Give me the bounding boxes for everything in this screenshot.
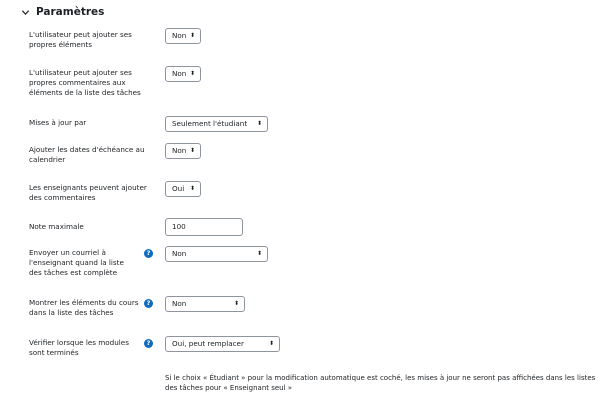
field-label: Vérifier lorsque les modules sont termin… [29, 338, 129, 357]
add-own-items-select[interactable]: Non ⬍ [165, 28, 201, 44]
section-title: Paramètres [36, 6, 105, 18]
select-value: Non [172, 31, 187, 40]
select-value: Non [172, 146, 187, 155]
section-header-parametres[interactable]: Paramètres [20, 4, 104, 20]
select-arrow-icon: ⬍ [189, 185, 195, 192]
updates-by-select[interactable]: Seulement l'étudiant ⬍ [165, 116, 268, 132]
select-arrow-icon: ⬍ [189, 147, 195, 154]
show-course-items-select[interactable]: Non ⬍ [165, 296, 245, 312]
max-grade-input[interactable]: 100 [165, 218, 243, 236]
field-label: Envoyer un courriel à l'enseignant quand… [29, 248, 124, 277]
select-arrow-icon: ⬍ [268, 340, 274, 347]
select-arrow-icon: ⬍ [189, 70, 195, 77]
select-arrow-icon: ⬍ [256, 120, 262, 127]
select-value: Oui [172, 184, 185, 193]
help-icon[interactable]: ? [144, 249, 153, 258]
teachers-comments-select[interactable]: Oui ⬍ [165, 181, 201, 197]
field-label: Les enseignants peuvent ajouter des comm… [29, 183, 147, 202]
auto-update-note: Si le choix « Étudiant » pour la modific… [165, 374, 596, 392]
add-own-comments-select[interactable]: Non ⬍ [165, 66, 201, 82]
select-value: Oui, peut remplacer [172, 339, 244, 348]
select-value: Seulement l'étudiant [172, 119, 248, 128]
field-label: Note maximale [29, 222, 84, 231]
select-arrow-icon: ⬍ [189, 32, 195, 39]
field-label: L'utilisateur peut ajouter ses propres é… [29, 30, 132, 49]
check-modules-select[interactable]: Oui, peut remplacer ⬍ [165, 336, 280, 352]
field-label: Ajouter les dates d'échéance au calendri… [29, 145, 145, 164]
chevron-down-icon[interactable] [20, 7, 30, 17]
field-label: Mises à jour par [29, 118, 87, 127]
field-label: L'utilisateur peut ajouter ses propres c… [29, 68, 141, 97]
select-value: Non [172, 69, 187, 78]
select-value: Non [172, 249, 187, 258]
select-value: Non [172, 299, 187, 308]
add-due-dates-select[interactable]: Non ⬍ [165, 143, 201, 159]
help-icon[interactable]: ? [144, 339, 153, 348]
input-value: 100 [172, 222, 186, 231]
email-teacher-select[interactable]: Non ⬍ [165, 246, 268, 262]
field-label: Montrer les éléments du cours dans la li… [29, 298, 139, 317]
select-arrow-icon: ⬍ [256, 250, 262, 257]
help-icon[interactable]: ? [144, 299, 153, 308]
select-arrow-icon: ⬍ [233, 300, 239, 307]
